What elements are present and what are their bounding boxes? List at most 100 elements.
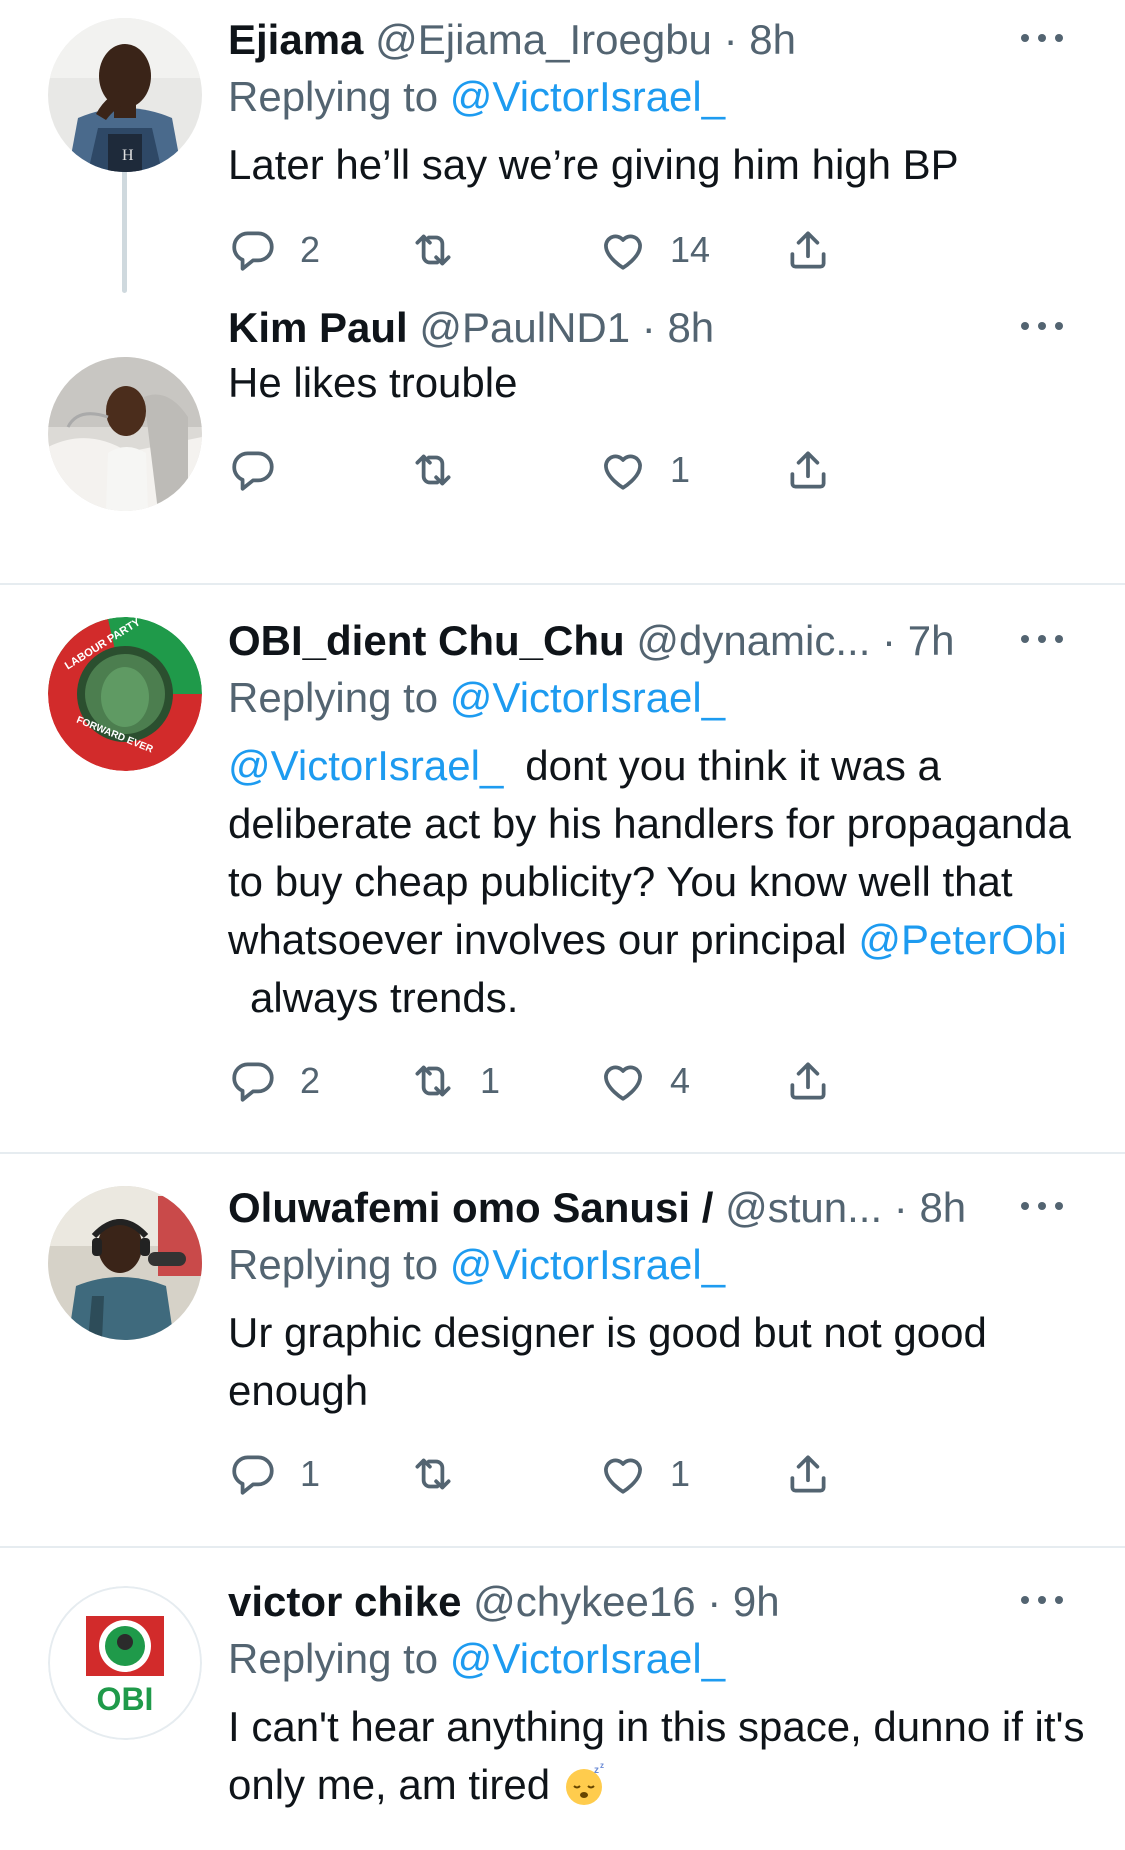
avatar[interactable]: LABOUR PARTY FORWARD EVER: [48, 617, 202, 771]
like-button[interactable]: 14: [598, 220, 710, 280]
tweet[interactable]: OBI victor chike @chykee16 · 9h Replying…: [0, 1548, 1125, 1850]
timestamp[interactable]: 7h: [908, 617, 955, 664]
display-name[interactable]: Ejiama: [228, 16, 363, 63]
avatar[interactable]: H: [48, 18, 202, 172]
like-button[interactable]: 1: [598, 440, 690, 500]
tweet-header: victor chike @chykee16 · 9h: [228, 1574, 1085, 1630]
like-button[interactable]: 1: [598, 1444, 690, 1504]
retweet-icon: [415, 1458, 451, 1490]
display-name[interactable]: victor chike: [228, 1578, 461, 1625]
tweet[interactable]: LABOUR PARTY FORWARD EVER OBI_dient Chu_…: [0, 585, 1125, 1153]
share-button[interactable]: [783, 440, 833, 500]
replying-to: Replying to @VictorIsrael_: [228, 68, 1085, 126]
tweet[interactable]: Kim Paul @PaulND1 · 8h He likes trouble …: [0, 300, 1125, 583]
timestamp[interactable]: 8h: [749, 16, 796, 63]
reply-count: 1: [300, 1453, 321, 1494]
reply-count: 2: [300, 229, 321, 270]
action-bar: 2 1 4: [228, 1051, 1085, 1111]
timestamp[interactable]: 8h: [667, 304, 714, 351]
thread-line: [122, 155, 127, 293]
tweet[interactable]: Oluwafemi omo Sanusi / @stun... · 8h Rep…: [0, 1154, 1125, 1546]
reply-icon: [232, 1062, 274, 1102]
tweet-header: Ejiama @Ejiama_Iroegbu · 8h: [228, 12, 1085, 68]
like-count: 4: [670, 1060, 691, 1101]
svg-text:z: z: [600, 1761, 604, 1770]
avatar[interactable]: OBI: [48, 1586, 202, 1740]
tweet-text: @VictorIsrael_ dont you think it was a de…: [228, 737, 1085, 1027]
separator: ·: [882, 1184, 920, 1231]
tweet-header: OBI_dient Chu_Chu @dynamic... · 7h: [228, 613, 1085, 669]
avatar[interactable]: [48, 357, 202, 511]
retweet-count: 1: [480, 1060, 501, 1101]
retweet-button[interactable]: [408, 220, 480, 280]
tweet-header: Oluwafemi omo Sanusi / @stun... · 8h: [228, 1180, 1085, 1236]
like-icon: [604, 1065, 642, 1101]
like-icon: [604, 1458, 642, 1494]
display-name[interactable]: OBI_dient Chu_Chu: [228, 617, 625, 664]
action-bar: 1 1: [228, 1444, 1085, 1504]
reply-icon: [232, 1455, 274, 1495]
separator: ·: [695, 1578, 733, 1625]
share-icon: [790, 451, 826, 489]
replying-to-mention[interactable]: @VictorIsrael_: [450, 1635, 725, 1682]
like-button[interactable]: 4: [598, 1051, 690, 1111]
reply-button[interactable]: [228, 440, 300, 500]
svg-text:z: z: [594, 1765, 599, 1776]
share-icon: [790, 1455, 826, 1493]
share-button[interactable]: [783, 220, 833, 280]
svg-text:H: H: [122, 147, 134, 164]
more-icon[interactable]: [1019, 629, 1065, 649]
replying-to-mention[interactable]: @VictorIsrael_: [450, 73, 725, 120]
display-name[interactable]: Oluwafemi omo Sanusi /: [228, 1184, 713, 1231]
timestamp[interactable]: 9h: [733, 1578, 780, 1625]
separator: ·: [711, 16, 750, 63]
retweet-button[interactable]: [408, 440, 480, 500]
share-icon: [790, 231, 826, 269]
like-icon: [604, 454, 642, 490]
like-count: 1: [670, 449, 691, 490]
timestamp[interactable]: 8h: [919, 1184, 966, 1231]
more-icon[interactable]: [1019, 1196, 1065, 1216]
tweet-text: Ur graphic designer is good but not good…: [228, 1309, 987, 1414]
username[interactable]: @chykee16: [473, 1578, 695, 1625]
replying-prefix: Replying to: [228, 73, 439, 120]
tweet-text: I can't hear anything in this space, dun…: [228, 1698, 1085, 1814]
retweet-icon: [415, 1065, 451, 1097]
retweet-button[interactable]: [408, 1444, 480, 1504]
reply-button[interactable]: 2: [228, 1051, 320, 1111]
more-icon[interactable]: [1019, 316, 1065, 336]
reply-icon: [232, 231, 274, 271]
username[interactable]: @dynamic...: [636, 617, 870, 664]
replying-to: Replying to @VictorIsrael_: [228, 1630, 1085, 1688]
share-button[interactable]: [783, 1051, 833, 1111]
reply-button[interactable]: 1: [228, 1444, 320, 1504]
reply-button[interactable]: 2: [228, 220, 320, 280]
avatar[interactable]: [48, 1186, 202, 1340]
more-icon[interactable]: [1019, 28, 1065, 48]
replying-prefix: Replying to: [228, 1635, 439, 1682]
retweet-button[interactable]: 1: [408, 1051, 500, 1111]
replying-to-mention[interactable]: @VictorIsrael_: [450, 674, 725, 721]
mention-link[interactable]: @VictorIsrael_: [228, 742, 503, 789]
like-count: 1: [670, 1453, 691, 1494]
username[interactable]: @stun...: [725, 1184, 882, 1231]
replying-to-mention[interactable]: @VictorIsrael_: [450, 1241, 725, 1288]
retweet-icon: [415, 234, 451, 266]
replying-prefix: Replying to: [228, 674, 439, 721]
username[interactable]: @Ejiama_Iroegbu: [375, 16, 712, 63]
reply-count: 2: [300, 1060, 321, 1101]
share-icon: [790, 1062, 826, 1100]
tweet[interactable]: H Ejiama @Ejiama_Iroegbu · 8h Replying t…: [0, 0, 1125, 300]
tweet-text: Later he’ll say we’re giving him high BP: [228, 141, 959, 188]
share-button[interactable]: [783, 1444, 833, 1504]
replying-prefix: Replying to: [228, 1241, 439, 1288]
display-name[interactable]: Kim Paul: [228, 304, 408, 351]
username[interactable]: @PaulND1: [419, 304, 630, 351]
tweet-header: Kim Paul @PaulND1 · 8h: [228, 300, 1085, 356]
sleeping-face-emoji: z z: [565, 1761, 604, 1805]
more-icon[interactable]: [1019, 1590, 1065, 1610]
replying-to: Replying to @VictorIsrael_: [228, 1236, 1085, 1294]
mention-link[interactable]: @PeterObi: [858, 916, 1066, 963]
action-bar: 2 14: [228, 220, 1085, 280]
like-count: 14: [670, 229, 711, 270]
